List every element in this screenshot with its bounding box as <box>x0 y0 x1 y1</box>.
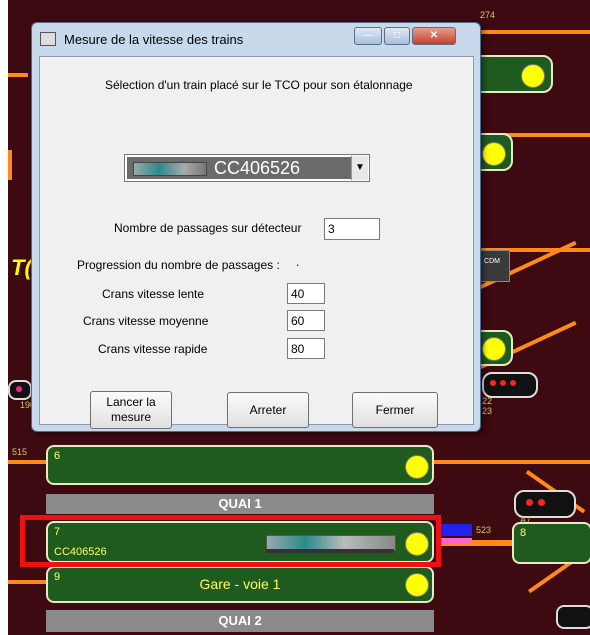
train-select-value: CC406526 <box>214 158 301 178</box>
close-window-button[interactable]: ✕ <box>412 27 456 45</box>
locomotive-icon <box>133 162 207 176</box>
label-22: 23 <box>482 406 493 416</box>
start-measure-button[interactable]: Lancer la mesure <box>90 391 172 429</box>
track-segment <box>8 150 12 180</box>
signal-head[interactable] <box>482 372 538 398</box>
progression-value: . <box>296 255 300 269</box>
track-segment <box>470 30 590 34</box>
signal-red-light <box>500 380 506 386</box>
block-number: 6 <box>54 450 61 462</box>
dialog-body: Sélection d'un train placé sur le TCO po… <box>39 56 474 429</box>
speed-slow-input[interactable]: 40 <box>287 283 325 304</box>
speed-fast-input[interactable]: 80 <box>287 338 325 359</box>
signal-red-light <box>510 380 516 386</box>
train-select-selection: CC406526 <box>127 157 351 179</box>
track-segment <box>433 460 590 464</box>
block-lamp[interactable] <box>405 455 429 479</box>
label-288: 22 <box>482 396 493 406</box>
app-icon <box>40 32 56 46</box>
block-segment-blue <box>436 524 472 536</box>
train-select[interactable]: CC406526 ▼ <box>124 154 370 182</box>
signal-head[interactable] <box>556 605 590 629</box>
label-523: 523 <box>476 525 492 535</box>
block-number: 8 <box>520 527 527 539</box>
signal-lamp[interactable] <box>482 337 506 361</box>
signal-head[interactable] <box>8 380 32 400</box>
close-button[interactable]: Fermer <box>352 392 438 428</box>
track-block-8[interactable]: 8 <box>512 522 590 564</box>
quai-2: QUAI 2 <box>46 610 434 632</box>
block-name: Gare - voie 1 <box>199 576 281 592</box>
block-lamp[interactable] <box>405 573 429 597</box>
chevron-down-icon[interactable]: ▼ <box>351 156 368 180</box>
minimize-button[interactable]: — <box>354 27 382 45</box>
track-segment <box>8 73 28 77</box>
stop-button[interactable]: Arreter <box>227 392 309 428</box>
speed-medium-input[interactable]: 60 <box>287 310 325 331</box>
speed-slow-label: Crans vitesse lente <box>102 287 205 301</box>
signal-red-light <box>526 499 533 506</box>
progression-label: Progression du nombre de passages : <box>77 258 280 272</box>
signal-light <box>16 386 22 392</box>
speed-medium-label: Crans vitesse moyenne <box>83 314 209 328</box>
track-segment <box>8 460 50 464</box>
label-274: 274 <box>480 10 496 20</box>
speed-measure-dialog: Mesure de la vitesse des trains — □ ✕ Sé… <box>31 22 481 432</box>
block-segment-pink <box>436 538 472 544</box>
quai-1: QUAI 1 <box>46 494 434 514</box>
signal-red-light <box>490 380 496 386</box>
track-segment <box>8 580 50 584</box>
signal-lamp[interactable] <box>521 64 545 88</box>
start-measure-label: Lancer la mesure <box>106 395 156 424</box>
tco-title-partial: T( <box>11 255 32 280</box>
dialog-titlebar[interactable]: Mesure de la vitesse des trains — □ ✕ <box>32 23 480 53</box>
signal-red-light <box>538 499 545 506</box>
highlight-frame <box>20 515 441 567</box>
passages-input[interactable]: 3 <box>324 218 380 240</box>
track-block-9[interactable]: 9 Gare - voie 1 <box>46 566 434 603</box>
track-block-6[interactable]: 6 <box>46 445 434 485</box>
label-515: 515 <box>12 447 28 457</box>
dialog-heading: Sélection d'un train placé sur le TCO po… <box>105 78 413 92</box>
signal-head[interactable] <box>514 490 576 518</box>
speed-fast-label: Crans vitesse rapide <box>98 342 208 356</box>
signal-lamp[interactable] <box>482 142 506 166</box>
passages-label: Nombre de passages sur détecteur <box>114 221 302 235</box>
dialog-title: Mesure de la vitesse des trains <box>64 32 244 47</box>
maximize-button[interactable]: □ <box>384 27 410 45</box>
